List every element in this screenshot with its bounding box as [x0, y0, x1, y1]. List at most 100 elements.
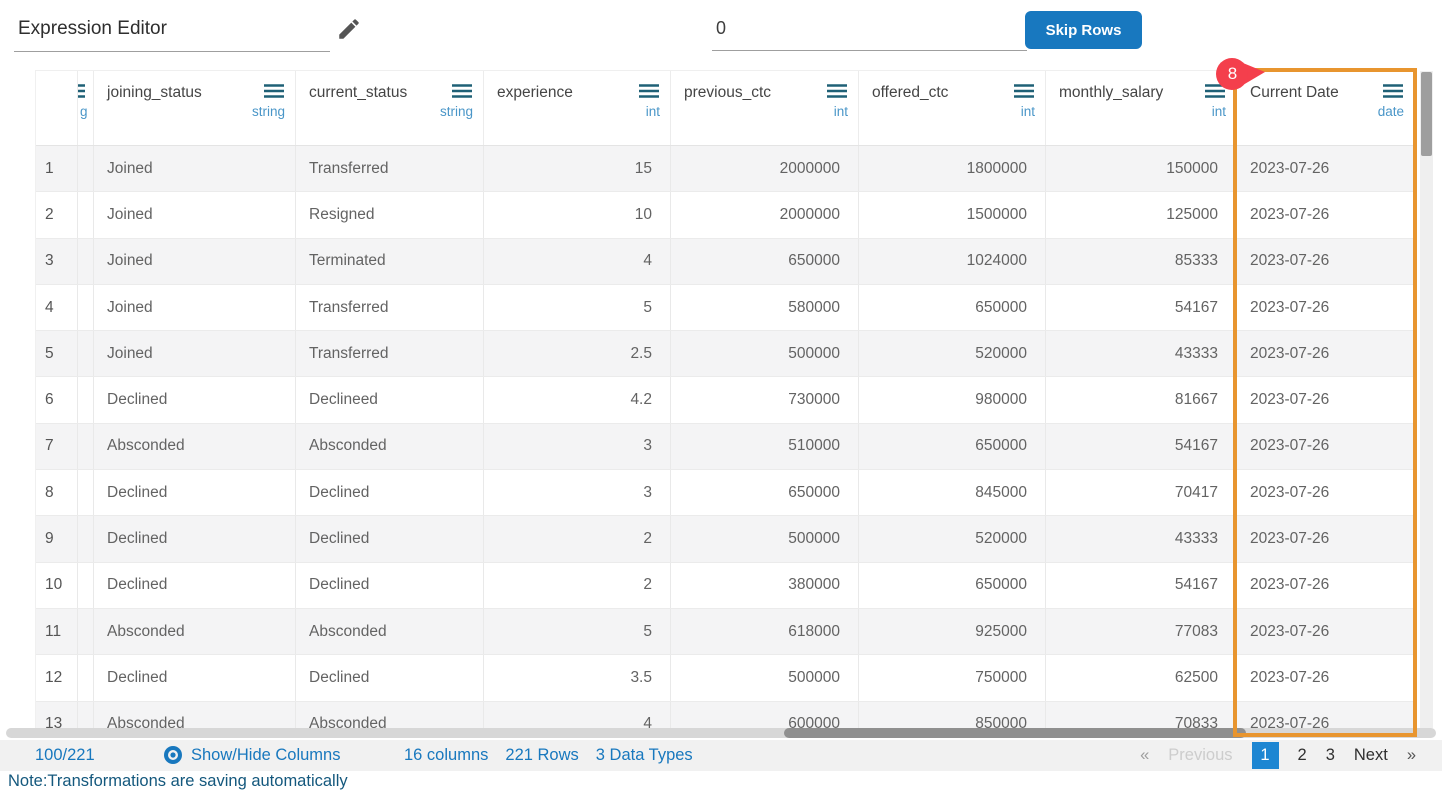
horizontal-scrollbar[interactable]: [6, 728, 1436, 738]
pagination-page-2[interactable]: 2: [1298, 746, 1307, 765]
table-cell: 2023-07-26: [1237, 285, 1414, 330]
table-cell: 618000: [671, 609, 859, 654]
table-row: 8DeclinedDeclined3650000845000704172023-…: [36, 470, 1414, 516]
pagination-next[interactable]: Next: [1354, 746, 1388, 765]
table-cell: 43333: [1046, 331, 1237, 376]
table-cell: Absconded: [94, 609, 296, 654]
column-name: joining_status: [107, 84, 202, 102]
row-number-cell: 5: [36, 331, 78, 376]
column-menu-icon[interactable]: [1013, 83, 1035, 99]
table-cell: 925000: [859, 609, 1046, 654]
row-number-cell: 6: [36, 377, 78, 422]
table-cell: Declined: [296, 563, 484, 608]
table-cell: Declined: [94, 655, 296, 700]
column-header-current-status[interactable]: current_statusstring: [296, 71, 484, 145]
table-cell: 2023-07-26: [1237, 655, 1414, 700]
column-header-experience[interactable]: experience int: [484, 71, 671, 145]
table-cell: [78, 239, 94, 284]
table-cell: 1500000: [859, 192, 1046, 237]
table-cell: Joined: [94, 239, 296, 284]
table-cell: [78, 655, 94, 700]
table-cell: Declined: [296, 470, 484, 515]
table-cell: 62500: [1046, 655, 1237, 700]
column-name: experience: [497, 84, 573, 102]
table-cell: [78, 192, 94, 237]
column-name: offered_ctc: [872, 84, 948, 102]
table-cell: [78, 285, 94, 330]
table-stats: 16 columns 221 Rows 3 Data Types: [404, 746, 693, 765]
table-cell: 1024000: [859, 239, 1046, 284]
row-number-cell: 7: [36, 424, 78, 469]
skip-rows-button[interactable]: Skip Rows: [1025, 11, 1142, 49]
table-cell: Declined: [94, 377, 296, 422]
data-table: gjoining_statusstringcurrent_statusstrin…: [35, 70, 1414, 728]
table-cell: 850000: [859, 702, 1046, 728]
table-row: 5JoinedTransferred2.55000005200004333320…: [36, 331, 1414, 377]
table-cell: 2: [484, 563, 671, 608]
table-cell: 150000: [1046, 146, 1237, 191]
column-header-offered-ctc[interactable]: offered_ctcint: [859, 71, 1046, 145]
pagination-last-arrow[interactable]: »: [1407, 746, 1416, 765]
pagination-first-arrow[interactable]: «: [1140, 746, 1149, 765]
column-name: current_status: [309, 84, 407, 102]
pagination-previous[interactable]: Previous: [1168, 746, 1232, 765]
table-cell: 600000: [671, 702, 859, 728]
table-cell: 2000000: [671, 146, 859, 191]
column-header-previous-ctc[interactable]: previous_ctcint: [671, 71, 859, 145]
table-cell: 5: [484, 609, 671, 654]
table-cell: 2023-07-26: [1237, 563, 1414, 608]
column-header-truncated[interactable]: g: [78, 71, 94, 145]
vertical-scrollbar-thumb[interactable]: [1421, 72, 1432, 156]
table-cell: 2023-07-26: [1237, 424, 1414, 469]
column-header-monthly-salary[interactable]: monthly_salaryint: [1046, 71, 1237, 145]
edit-pencil-icon[interactable]: [336, 16, 362, 42]
column-type-label: int: [646, 104, 660, 119]
table-cell: 125000: [1046, 192, 1237, 237]
skip-rows-input[interactable]: [712, 12, 1027, 51]
table-cell: Joined: [94, 331, 296, 376]
column-type-label: int: [1021, 104, 1035, 119]
row-number-cell: 10: [36, 563, 78, 608]
column-type-label: int: [834, 104, 848, 119]
table-cell: 2: [484, 516, 671, 561]
table-cell: 3: [484, 470, 671, 515]
expression-editor-title-input[interactable]: [14, 12, 330, 52]
column-type-label: string: [252, 104, 285, 119]
table-row: 4JoinedTransferred5580000650000541672023…: [36, 285, 1414, 331]
table-cell: [78, 331, 94, 376]
table-cell: 510000: [671, 424, 859, 469]
column-name: monthly_salary: [1059, 84, 1163, 102]
row-number-header: [36, 71, 78, 145]
column-menu-icon[interactable]: [451, 83, 473, 99]
column-menu-icon[interactable]: [78, 83, 86, 99]
pagination-page-1[interactable]: 1: [1252, 742, 1279, 769]
annotation-badge-pin-icon: 8: [1215, 56, 1267, 92]
column-menu-icon[interactable]: [263, 83, 285, 99]
column-menu-icon[interactable]: [826, 83, 848, 99]
table-cell: 2000000: [671, 192, 859, 237]
table-cell: 10: [484, 192, 671, 237]
column-menu-icon[interactable]: [1382, 83, 1404, 99]
table-body: 1JoinedTransferred1520000001800000150000…: [36, 146, 1414, 728]
table-cell: [78, 424, 94, 469]
pagination-page-3[interactable]: 3: [1326, 746, 1335, 765]
table-cell: 85333: [1046, 239, 1237, 284]
table-cell: Absconded: [94, 424, 296, 469]
table-cell: 2023-07-26: [1237, 516, 1414, 561]
show-hide-eye-icon[interactable]: [162, 744, 184, 766]
show-hide-columns-button[interactable]: Show/Hide Columns: [191, 746, 340, 765]
table-cell: Declineed: [296, 377, 484, 422]
horizontal-scrollbar-thumb[interactable]: [784, 728, 1246, 738]
table-cell: 580000: [671, 285, 859, 330]
column-header-joining-status[interactable]: joining_statusstring: [94, 71, 296, 145]
table-cell: 520000: [859, 331, 1046, 376]
table-cell: [78, 702, 94, 728]
table-cell: 54167: [1046, 563, 1237, 608]
vertical-scrollbar[interactable]: [1420, 71, 1433, 728]
table-row: 11AbscondedAbsconded56180009250007708320…: [36, 609, 1414, 655]
table-cell: Absconded: [94, 702, 296, 728]
table-cell: 2023-07-26: [1237, 192, 1414, 237]
column-menu-icon[interactable]: [638, 83, 660, 99]
table-cell: 2023-07-26: [1237, 146, 1414, 191]
table-row: 2JoinedResigned1020000001500000125000202…: [36, 192, 1414, 238]
